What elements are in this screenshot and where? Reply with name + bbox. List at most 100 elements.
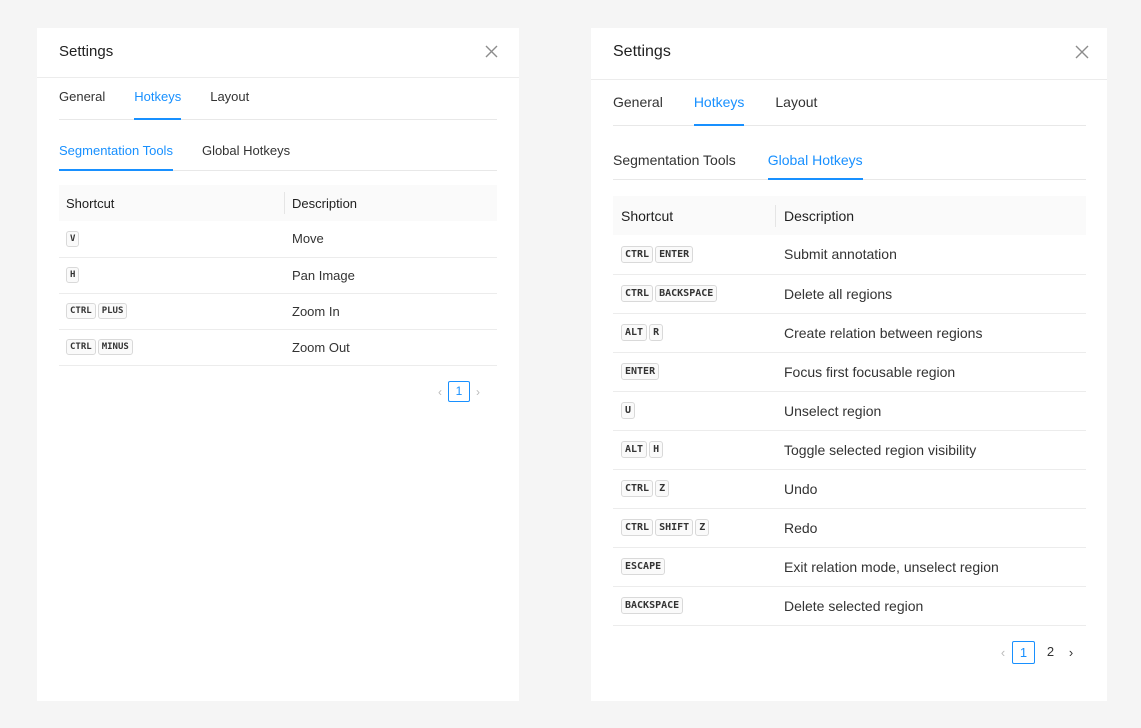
settings-panel-left: Settings General Hotkeys Layout Segmenta… [37,28,519,701]
key-badge: U [621,402,636,420]
table-row: CTRL SHIFT Z Redo [613,508,1086,548]
key-badge: CTRL [621,246,654,264]
tab-layout[interactable]: Layout [210,89,249,119]
table-row: CTRL MINUS Zoom Out [59,329,497,366]
tab-hotkeys[interactable]: Hotkeys [134,89,181,120]
settings-tabs: General Hotkeys Layout [59,89,497,120]
key-badge: Z [695,519,710,537]
shortcut-cell: ALT R [613,313,776,353]
key-badge: CTRL [66,339,96,356]
table-row: ESCAPE Exit relation mode, unselect regio… [613,547,1086,587]
description-cell: Create relation between regions [776,313,1086,353]
column-header-description: Description [776,196,1086,235]
shortcut-cell: CTRL ENTER [613,235,776,275]
description-cell: Submit annotation [776,235,1086,275]
description-cell: Toggle selected region visibility [776,430,1086,470]
description-cell: Focus first focusable region [776,352,1086,392]
page-1[interactable]: 1 [1012,641,1035,664]
key-badge: ESCAPE [621,558,666,576]
table-row: ALT R Create relation between regions [613,313,1086,353]
description-cell: Delete selected region [776,586,1086,626]
table-header-row: Shortcut Description [613,196,1086,235]
chevron-left-icon[interactable]: ‹ [996,645,1010,660]
chevron-left-icon[interactable]: ‹ [434,385,446,399]
chevron-right-icon[interactable]: › [472,385,484,399]
shortcut-cell: CTRL SHIFT Z [613,508,776,548]
hotkey-subtabs: Segmentation Tools Global Hotkeys [59,143,497,171]
shortcut-cell: CTRL PLUS [59,293,285,330]
close-icon[interactable] [1075,45,1089,59]
key-badge: SHIFT [655,519,694,537]
settings-tabs: General Hotkeys Layout [613,94,1086,126]
table-row: V Move [59,221,497,258]
table-row: CTRL BACKSPACE Delete all regions [613,274,1086,314]
shortcut-cell: ENTER [613,352,776,392]
panel-header: Settings [37,28,519,78]
key-badge: H [66,267,80,284]
table-row: H Pan Image [59,257,497,294]
page-1[interactable]: 1 [448,381,470,402]
key-badge: Z [655,480,670,498]
tab-hotkeys[interactable]: Hotkeys [693,94,744,126]
column-header-shortcut: Shortcut [613,196,776,235]
subtab-global-hotkeys[interactable]: Global Hotkeys [202,143,290,170]
tab-general[interactable]: General [613,94,663,125]
key-badge: ENTER [655,246,694,264]
description-cell: Redo [776,508,1086,548]
shortcut-cell: CTRL Z [613,469,776,509]
panel-header: Settings [591,28,1107,80]
description-cell: Exit relation mode, unselect region [776,547,1086,587]
shortcut-cell: CTRL BACKSPACE [613,274,776,314]
table-row: CTRL Z Undo [613,469,1086,509]
table-header-row: Shortcut Description [59,185,497,221]
page-2[interactable]: 2 [1039,641,1062,664]
key-badge: CTRL [621,285,654,303]
hotkeys-table: Shortcut Description CTRL ENTER Submit ann… [613,196,1086,626]
tab-layout[interactable]: Layout [775,94,817,125]
key-badge: H [649,441,664,459]
key-badge: V [66,231,80,248]
key-badge: BACKSPACE [621,597,684,615]
close-icon[interactable] [485,45,498,58]
shortcut-cell: BACKSPACE [613,586,776,626]
shortcut-cell: ESCAPE [613,547,776,587]
description-cell: Zoom In [285,293,497,330]
description-cell: Undo [776,469,1086,509]
table-row: ENTER Focus first focusable region [613,352,1086,392]
subtab-segmentation-tools[interactable]: Segmentation Tools [59,143,173,171]
shortcut-cell: CTRL MINUS [59,329,285,366]
key-badge: CTRL [621,519,654,537]
key-badge: BACKSPACE [655,285,718,303]
description-cell: Unselect region [776,391,1086,431]
table-row: CTRL PLUS Zoom In [59,293,497,330]
description-cell: Move [285,221,497,258]
subtab-global-hotkeys[interactable]: Global Hotkeys [767,152,863,180]
key-badge: PLUS [97,303,128,320]
tab-general[interactable]: General [59,89,105,119]
hotkey-subtabs: Segmentation Tools Global Hotkeys [613,152,1086,180]
pagination: ‹ 1 › [434,381,484,402]
column-header-description: Description [285,185,497,221]
key-badge: ALT [621,441,648,459]
table-row: ALT H Toggle selected region visibility [613,430,1086,470]
key-badge: CTRL [66,303,96,320]
shortcut-cell: V [59,221,285,258]
panel-title: Settings [59,43,114,60]
key-badge: ENTER [621,363,660,381]
shortcut-cell: U [613,391,776,431]
chevron-right-icon[interactable]: › [1064,645,1078,660]
table-row: CTRL ENTER Submit annotation [613,235,1086,275]
key-badge: ALT [621,324,648,342]
hotkeys-table: Shortcut Description V Move H Pan Image CTRL… [59,185,497,366]
table-row: BACKSPACE Delete selected region [613,586,1086,626]
shortcut-cell: H [59,257,285,294]
description-cell: Delete all regions [776,274,1086,314]
description-cell: Pan Image [285,257,497,294]
key-badge: R [649,324,664,342]
description-cell: Zoom Out [285,329,497,366]
pagination: ‹ 1 2 › [996,641,1078,664]
settings-panel-right: Settings General Hotkeys Layout Segmenta… [591,28,1107,701]
shortcut-cell: ALT H [613,430,776,470]
subtab-segmentation-tools[interactable]: Segmentation Tools [613,152,736,179]
table-row: U Unselect region [613,391,1086,431]
